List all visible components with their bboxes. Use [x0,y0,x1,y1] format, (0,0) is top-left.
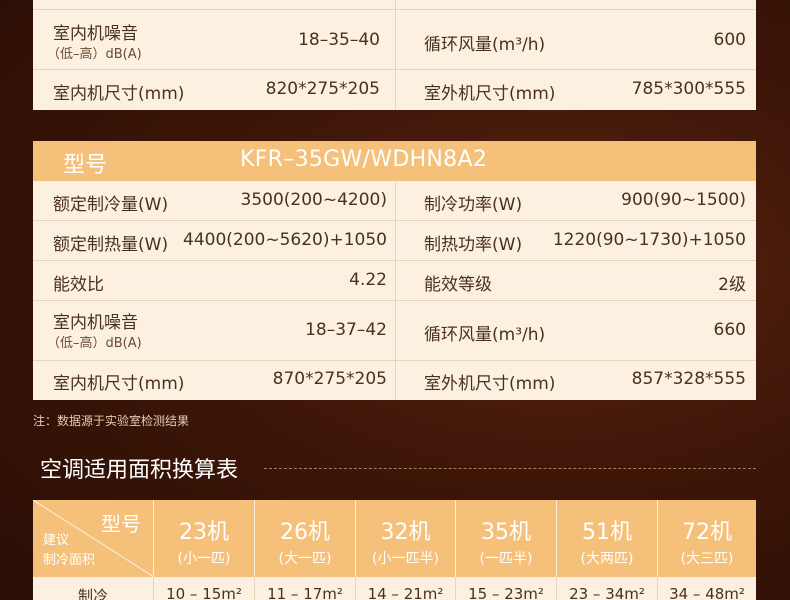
spec-label: 循环风量(m³/h) [424,35,546,55]
spec-label: 室内机尺寸(mm) [53,84,185,104]
column-desc: (小一匹) [177,551,231,567]
diag-area-line1: 建议 [43,533,70,548]
area-value: 11 – 17m² [255,577,356,600]
spec-sublabel: （低–高）dB(A) [47,47,142,62]
spec-value: 18–35–40 [298,30,380,50]
spec-label: 能效等级 [424,275,492,295]
spec-row: 室内机噪音 （低–高）dB(A) 18–37–42 循环风量(m³/h) 660 [33,301,756,361]
spec-row: 室内机尺寸(mm) 820*275*205 室外机尺寸(mm) 785*300*… [33,70,756,110]
area-value: 34 – 48m² [669,585,745,600]
area-value: 23 – 34m² [557,577,658,600]
spec-value: 857*328*555 [631,369,746,389]
model-column-header: 26机 (大一匹) [255,500,356,577]
spec-row: 能效比 4.22 能效等级 2级 [33,261,756,301]
column-model: 23机 [179,520,229,545]
spec-row: 室内机噪音 （低–高）dB(A) 18–35–40 循环风量(m³/h) 600 [33,10,756,70]
column-desc: (大三匹) [680,551,734,567]
spec-label: 额定制冷量(W) [53,195,169,215]
column-desc: (小一匹半) [372,551,439,567]
model-header: 型号 KFR–35GW/WDHN8A2 [33,141,756,181]
spec-value: 2级 [718,275,746,295]
spec-value: 660 [713,320,746,340]
spec-value: 900(90~1500) [621,190,746,210]
diag-model-label: 型号 [101,512,141,536]
spec-value: 785*300*555 [631,79,746,99]
row-label: 制冷 [33,577,154,600]
diag-area-label: 建议 制冷面积 [43,531,95,571]
spec-value: 820*275*205 [265,79,380,99]
spec-label: 能效比 [53,275,104,295]
model-column-header: 23机 (小一匹) [154,500,255,577]
area-value: 14 – 21m² [356,577,456,600]
page: { "spec_top": { "rows": [ {"left_label":… [0,0,790,600]
column-model: 72机 [682,520,732,545]
model-column-header: 72机 (大三匹) [658,500,756,577]
spec-table: 额定制冷量(W) 3500(200~4200) 制冷功率(W) 900(90~1… [33,181,756,400]
spec-row: 额定制热量(W) 4400(200~5620)+1050 制热功率(W) 122… [33,221,756,261]
diagonal-header-cell: 型号 建议 制冷面积 [33,500,154,577]
spec-table-top: 室内机噪音 （低–高）dB(A) 18–35–40 循环风量(m³/h) 600… [33,0,756,110]
spec-label: 室外机尺寸(mm) [424,374,556,394]
spec-label: 室内机噪音 [53,24,138,44]
column-model: 51机 [582,520,632,545]
spec-value: 18–37–42 [305,320,387,340]
spec-label: 室内机尺寸(mm) [53,374,185,394]
spec-value: 4.22 [349,270,387,290]
section-title: 空调适用面积换算表 [40,458,239,483]
spec-row: 室内机尺寸(mm) 870*275*205 室外机尺寸(mm) 857*328*… [33,361,756,400]
column-desc: (一匹半) [479,551,533,567]
column-model: 26机 [280,520,330,545]
section-divider [264,468,756,469]
spec-row: 额定制冷量(W) 3500(200~4200) 制冷功率(W) 900(90~1… [33,181,756,221]
spec-label: 室外机尺寸(mm) [424,84,556,104]
footnote: 注：数据源于实验室检测结果 [33,414,190,428]
area-table-row: 制冷 10 – 15m² 11 – 17m² 14 – 21m² 15 – 23… [33,577,756,600]
model-column-header: 51机 (大两匹) [557,500,658,577]
spec-label: 制热功率(W) [424,235,523,255]
area-value: 15 – 23m² [456,577,557,600]
spec-label: 循环风量(m³/h) [424,325,546,345]
spec-label: 制冷功率(W) [424,195,523,215]
column-model: 32机 [380,520,431,545]
spec-value: 4400(200~5620)+1050 [183,230,387,250]
area-value: 10 – 15m² [154,577,255,600]
spec-value: 1220(90~1730)+1050 [552,230,746,250]
model-column-header: 35机 (一匹半) [456,500,557,577]
model-value: KFR–35GW/WDHN8A2 [240,147,488,172]
spec-label: 额定制热量(W) [53,235,169,255]
model-label: 型号 [63,153,108,178]
spec-sublabel: （低–高）dB(A) [47,336,142,351]
spec-row [33,0,756,10]
column-desc: (大一匹) [278,551,332,567]
spec-value: 3500(200~4200) [240,190,387,210]
spec-value: 870*275*205 [272,369,387,389]
column-model: 35机 [481,520,531,545]
column-desc: (大两匹) [580,551,634,567]
spec-label: 室内机噪音 [53,313,138,333]
model-column-header: 32机 (小一匹半) [356,500,456,577]
area-table-header: 型号 建议 制冷面积 23机 (小一匹) 26机 (大一匹) 32机 (小一匹半… [33,500,756,577]
spec-value: 600 [713,30,746,50]
diag-area-line2: 制冷面积 [43,553,96,568]
